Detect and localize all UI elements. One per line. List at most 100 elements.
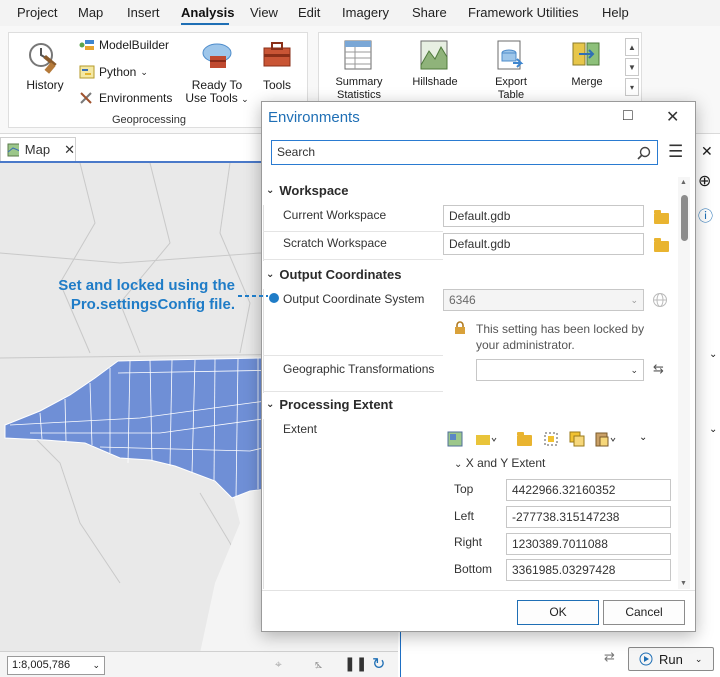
maximize-icon[interactable]: □ (623, 107, 633, 125)
run-label: Run (659, 651, 683, 667)
scratch-workspace-field[interactable]: Default.gdb (443, 233, 644, 255)
annotation-line2: Pro.settingsConfig file. (70, 296, 235, 313)
run-button[interactable]: Run ⌄ (628, 647, 714, 671)
geographic-transformations-field[interactable]: ⌄ (476, 359, 644, 381)
menu-icon[interactable]: ☰ (668, 142, 683, 162)
gallery-scroll-down[interactable]: ▼ (625, 58, 639, 76)
filter-icon[interactable]: ⦩ (315, 656, 322, 672)
map-status-bar: 1:8,005,786 ⌄ ⌖ ⦩ ❚❚ ↻ (0, 651, 398, 677)
extent-bottom-field[interactable]: 3361985.03297428 (506, 559, 671, 581)
refresh-icon[interactable]: ↻ (372, 654, 385, 674)
layer-extent-icon[interactable] (447, 431, 463, 447)
extent-left-field[interactable]: -277738.315147238 (506, 506, 671, 528)
pause-icon[interactable]: ❚❚ (344, 655, 367, 672)
cloud-toolbox-icon (202, 43, 232, 68)
close-icon[interactable]: ✕ (64, 142, 75, 158)
section-processing-extent[interactable]: ⌄ Processing Extent (266, 397, 393, 412)
xy-extent-header[interactable]: ⌄ X and Y Extent (454, 456, 545, 470)
current-workspace-label: Current Workspace (283, 208, 387, 222)
output-coordinate-system-field: 6346 ⌄ (443, 289, 644, 311)
ready-to-use-label: Ready To Use Tools ⌄ (179, 79, 255, 106)
environments-button[interactable]: Environments (79, 91, 172, 105)
history-label: History (26, 78, 64, 92)
history-button[interactable] (25, 39, 61, 75)
row-divider (263, 259, 443, 260)
menu-map[interactable]: Map (78, 5, 103, 20)
menu-analysis[interactable]: Analysis (181, 5, 234, 20)
close-icon[interactable]: ✕ (666, 107, 679, 127)
menu-framework-utilities[interactable]: Framework Utilities (468, 5, 579, 20)
section-workspace[interactable]: ⌄ Workspace (266, 183, 349, 198)
section-output-coordinates[interactable]: ⌄ Output Coordinates (266, 267, 401, 282)
summary-statistics-button[interactable] (343, 39, 373, 71)
menu-project[interactable]: Project (17, 5, 57, 20)
chevron-down-icon: ⌄ (140, 66, 148, 77)
scroll-up-icon[interactable]: ▲ (680, 179, 687, 186)
paste-extent-icon[interactable] (595, 431, 619, 447)
menu-insert[interactable]: Insert (127, 5, 160, 20)
scratch-workspace-label: Scratch Workspace (283, 236, 387, 250)
menu-help[interactable]: Help (602, 5, 629, 20)
dialog-scrollbar[interactable]: ▲ ▼ (678, 177, 690, 589)
toolbox-icon (263, 42, 291, 67)
geoprocessing-group-label: Geoprocessing (112, 114, 186, 126)
modelbuilder-label: ModelBuilder (99, 38, 170, 52)
scrollbar-thumb[interactable] (681, 195, 688, 241)
help-icon[interactable]: ⓘ (698, 205, 713, 226)
environment-list: ⌄ Workspace Current Workspace Default.gd… (263, 177, 694, 589)
row-divider (263, 231, 443, 232)
copy-extent-icon[interactable] (569, 431, 585, 447)
transformation-swap-icon[interactable]: ⇆ (653, 361, 664, 377)
chevron-down-icon: ⌄ (266, 399, 275, 410)
row-divider (263, 419, 264, 589)
modelbuilder-button[interactable]: ModelBuilder (79, 38, 169, 52)
menu-imagery[interactable]: Imagery (342, 5, 389, 20)
ready-to-use-tools-button[interactable] (199, 39, 235, 73)
summary-statistics-label: Summary Statistics (335, 76, 383, 101)
chevron-down-icon[interactable]: ⌄ (709, 424, 717, 435)
row-divider (263, 391, 443, 392)
folder-dropdown-icon[interactable] (475, 431, 497, 447)
select-extent-icon[interactable] (543, 431, 559, 447)
add-icon[interactable]: ⊕ (698, 171, 711, 191)
hillshade-button[interactable] (419, 39, 449, 71)
cancel-button[interactable]: Cancel (603, 600, 685, 625)
folder-icon[interactable] (654, 210, 669, 224)
hillshade-label: Hillshade (412, 76, 458, 88)
extent-right-field[interactable]: 1230389.7011088 (506, 533, 671, 555)
search-input[interactable]: Search (271, 140, 658, 165)
tools-label: Tools (262, 78, 291, 92)
environments-swap-icon[interactable]: ⇄ (604, 649, 615, 665)
map-icon (7, 143, 19, 156)
merge-icon (572, 42, 600, 66)
tools-button[interactable] (261, 39, 293, 71)
gallery-scroll-up[interactable]: ▲ (625, 38, 639, 56)
snapping-icon[interactable]: ⌖ (275, 657, 282, 672)
python-button[interactable]: Python ⌄ (79, 65, 148, 79)
folder-icon[interactable] (654, 238, 669, 252)
chevron-down-icon: ⌄ (92, 660, 100, 670)
map-view-tab[interactable]: Map ✕ (0, 137, 76, 161)
overflow-icon[interactable]: ⌄ (639, 432, 647, 443)
current-workspace-field[interactable]: Default.gdb (443, 205, 644, 227)
chevron-down-icon: ⌄ (454, 459, 463, 470)
merge-button[interactable] (571, 39, 601, 71)
ok-button[interactable]: OK (517, 600, 599, 625)
globe-icon (653, 293, 667, 307)
annotation-line1: Set and locked using the (58, 277, 235, 294)
annotation-connector (238, 295, 268, 297)
chevron-down-icon[interactable]: ⌄ (709, 349, 717, 360)
scroll-down-icon[interactable]: ▼ (680, 580, 687, 587)
menu-share[interactable]: Share (412, 5, 447, 20)
export-table-button[interactable] (495, 39, 525, 71)
gallery-expand[interactable]: ▾ (625, 78, 639, 96)
close-icon[interactable]: ✕ (701, 143, 713, 160)
extent-top-field[interactable]: 4422966.32160352 (506, 479, 671, 501)
folder-icon[interactable] (517, 432, 532, 446)
menu-edit[interactable]: Edit (298, 5, 320, 20)
environments-label: Environments (99, 91, 173, 105)
extent-label: Extent (283, 422, 318, 436)
chevron-down-icon: ⌄ (630, 365, 638, 375)
menu-view[interactable]: View (250, 5, 278, 20)
scale-dropdown[interactable]: 1:8,005,786 ⌄ (7, 656, 105, 675)
